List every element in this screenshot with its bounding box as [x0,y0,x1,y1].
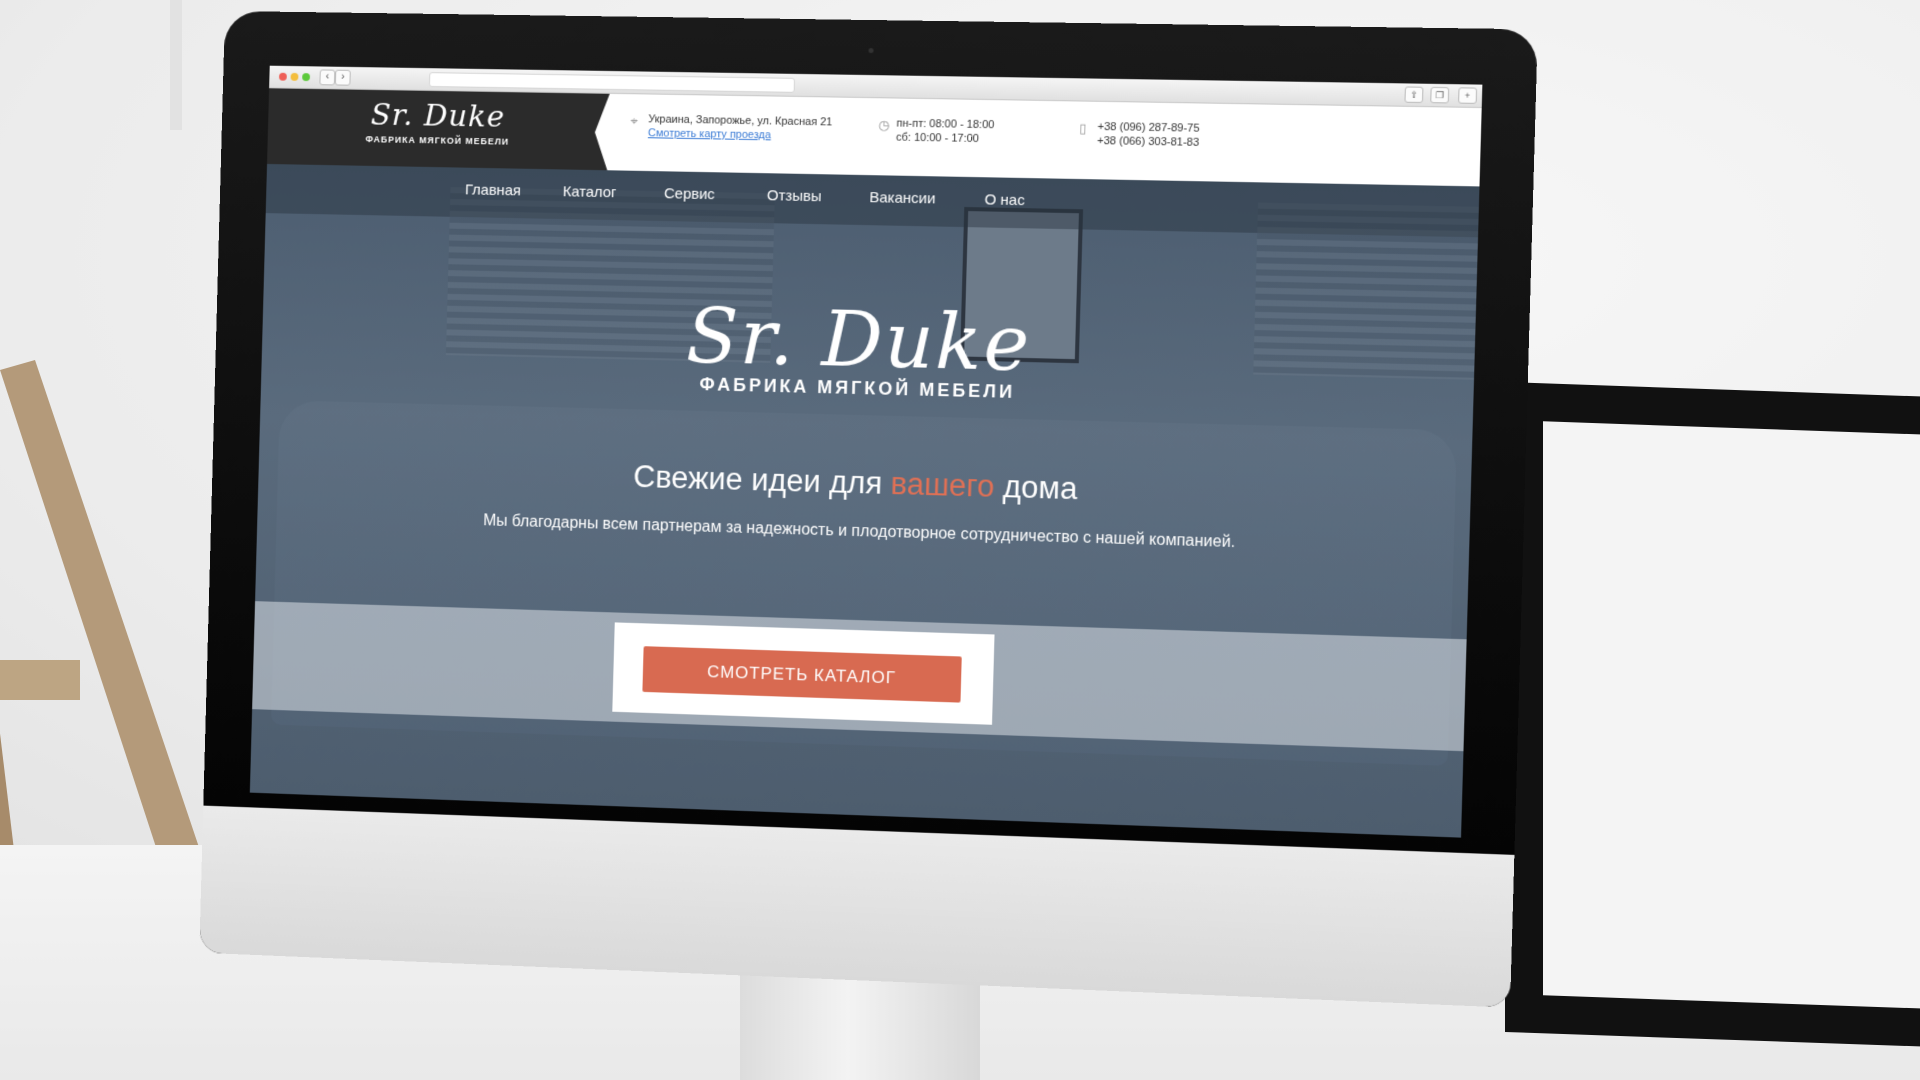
phone-icon: ▯ [1079,120,1087,136]
phones-block: ▯ +38 (096) 287-89-75 +38 (066) 303-81-8… [1079,120,1200,150]
nav-item-reviews[interactable]: Отзывы [767,187,822,205]
address-bar[interactable] [428,72,796,93]
minimize-window-icon[interactable] [290,72,299,81]
hero-title-start: Свежие идеи для [632,459,892,501]
nav-item-about[interactable]: О нас [984,191,1025,209]
wall-shelf [170,0,182,130]
clock-icon: ◷ [878,117,890,133]
hours-block: ◷ пн-пт: 08:00 - 18:00 сб: 10:00 - 17:00 [878,117,995,147]
back-icon[interactable]: ‹ [319,69,336,86]
close-window-icon[interactable] [278,72,287,81]
header-logo[interactable]: Sr. Duke ФАБРИКА МЯГКОЙ МЕБЕЛИ [267,88,610,171]
header-logo-script: Sr. Duke [370,97,506,135]
screen: ‹ › ⇧ ❐ + Sr. Duke ФАБРИКА МЯГКОЙ МЕБЕЛИ… [249,65,1483,838]
nav-item-catalog[interactable]: Каталог [563,183,617,201]
tabs-icon[interactable]: ❐ [1430,86,1450,104]
monitor: ‹ › ⇧ ❐ + Sr. Duke ФАБРИКА МЯГКОЙ МЕБЕЛИ… [199,10,1538,1008]
hours-saturday: сб: 10:00 - 17:00 [895,131,980,146]
forward-icon[interactable]: › [334,69,351,86]
maximize-window-icon[interactable] [302,73,311,82]
address-block: ⌖ Украина, Запорожье, ул. Красная 21 Смо… [630,112,833,143]
map-pin-icon: ⌖ [630,113,639,129]
hero-section: Главная Каталог Сервис Отзывы Вакансии О… [249,163,1480,838]
nav-item-vacancies[interactable]: Вакансии [869,189,936,207]
new-tab-icon[interactable]: + [1458,87,1478,104]
camera-icon [867,48,874,54]
nav-item-home[interactable]: Главная [465,181,521,199]
nav-item-service[interactable]: Сервис [664,185,715,203]
picture-frame [1505,381,1920,1049]
share-icon[interactable]: ⇧ [1404,86,1424,104]
phone-2[interactable]: +38 (066) 303-81-83 [1097,134,1199,150]
hero-title-accent: вашего [890,465,995,504]
hero-title-end: дома [993,468,1078,507]
